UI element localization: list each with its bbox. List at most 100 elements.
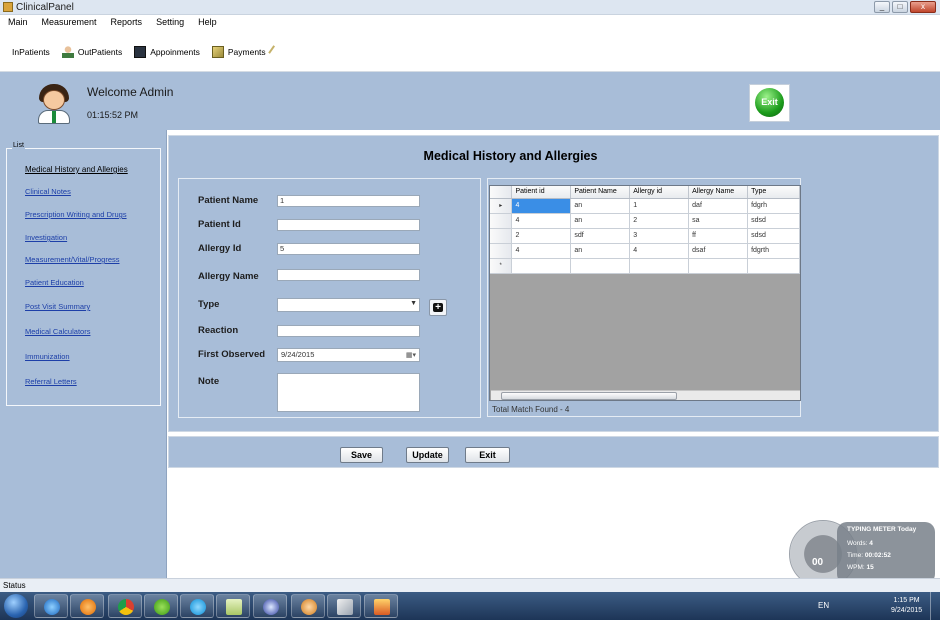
table-cell[interactable]: [629, 258, 690, 274]
note-textarea[interactable]: [277, 373, 420, 412]
folder-icon[interactable]: [364, 594, 398, 618]
pen-icon[interactable]: [327, 594, 361, 618]
show-desktop-button[interactable]: [930, 592, 940, 620]
add-type-button[interactable]: +: [429, 299, 447, 316]
menu-setting[interactable]: Setting: [148, 15, 190, 32]
table-cell[interactable]: dsaf: [688, 243, 749, 259]
first-observed-label: First Observed: [198, 349, 266, 360]
menu-measurement[interactable]: Measurement: [34, 15, 103, 32]
allergy-table: Patient id Patient Name Allergy id Aller…: [490, 186, 800, 274]
close-button[interactable]: x: [910, 1, 936, 13]
table-cell[interactable]: sdf: [570, 228, 631, 244]
table-cell[interactable]: fdgrh: [747, 198, 800, 214]
sidebar-item-patient-education[interactable]: Patient Education: [25, 278, 84, 287]
scrollbar-thumb[interactable]: [501, 392, 677, 400]
table-cell[interactable]: 2: [511, 228, 572, 244]
column-type[interactable]: Type: [747, 186, 800, 199]
patient-id-input[interactable]: [277, 219, 420, 231]
sidebar-item-medical-history[interactable]: Medical History and Allergies: [25, 165, 128, 174]
exit-button[interactable]: Exit: [465, 447, 510, 463]
column-patient-name[interactable]: Patient Name: [570, 186, 631, 199]
table-cell[interactable]: [747, 258, 800, 274]
save-button[interactable]: Save: [340, 447, 383, 463]
ie-icon[interactable]: [34, 594, 68, 618]
sidebar-item-calculators[interactable]: Medical Calculators: [25, 327, 90, 336]
skype-icon[interactable]: [180, 594, 214, 618]
sidebar-item-investigation[interactable]: Investigation: [25, 233, 67, 242]
chrome-icon[interactable]: [108, 594, 142, 618]
allergy-form: Patient Name 1 Patient Id Allergy Id 5 A…: [178, 178, 481, 418]
column-patient-id[interactable]: Patient id: [511, 186, 572, 199]
table-cell[interactable]: 4: [511, 213, 572, 229]
content-area: Medical History and Allergies Patient Na…: [167, 130, 940, 578]
menu-reports[interactable]: Reports: [103, 15, 149, 32]
maximize-button[interactable]: □: [892, 1, 908, 13]
calendar-icon[interactable]: ▦▾: [406, 350, 416, 362]
row-header: [490, 228, 513, 244]
first-observed-datepicker[interactable]: 9/24/2015 ▦▾: [277, 348, 420, 362]
row-header: [490, 243, 513, 259]
notepad-icon[interactable]: [216, 594, 250, 618]
table-cell[interactable]: [688, 258, 749, 274]
patient-name-input[interactable]: 1: [277, 195, 420, 207]
reaction-label: Reaction: [198, 325, 239, 336]
column-allergy-id[interactable]: Allergy id: [629, 186, 690, 199]
update-button[interactable]: Update: [406, 447, 449, 463]
typing-meter-title: TYPING METER Today: [847, 526, 917, 533]
toolbar-payments[interactable]: Payments: [211, 45, 281, 58]
table-cell[interactable]: an: [570, 243, 631, 259]
paint-icon[interactable]: [291, 594, 325, 618]
horizontal-scrollbar[interactable]: [491, 390, 800, 400]
action-bar: Save Update Exit: [168, 436, 939, 468]
sidebar-item-post-visit[interactable]: Post Visit Summary: [25, 302, 90, 311]
toolbar-outpatients-label: OutPatients: [77, 46, 123, 57]
menu-help[interactable]: Help: [190, 15, 223, 32]
sidebar-item-clinical-notes[interactable]: Clinical Notes: [25, 187, 71, 196]
table-row[interactable]: 4 an 2 sa sdsd: [490, 213, 800, 229]
sidebar-item-referral[interactable]: Referral Letters: [25, 377, 77, 386]
table-cell[interactable]: sdsd: [747, 228, 800, 244]
language-indicator[interactable]: EN: [818, 601, 829, 610]
table-cell[interactable]: an: [570, 198, 631, 214]
exit-icon-button[interactable]: Exit: [755, 88, 784, 117]
table-cell[interactable]: 4: [629, 243, 690, 259]
table-cell[interactable]: 2: [629, 213, 690, 229]
start-button[interactable]: [4, 594, 28, 618]
allergy-name-input[interactable]: [277, 269, 420, 281]
table-cell[interactable]: 1: [629, 198, 690, 214]
type-select[interactable]: ▼: [277, 298, 420, 312]
table-row[interactable]: 2 sdf 3 ff sdsd: [490, 228, 800, 244]
table-cell[interactable]: daf: [688, 198, 749, 214]
sidebar-item-prescription[interactable]: Prescription Writing and Drugs: [25, 210, 127, 219]
menu-main[interactable]: Main: [0, 15, 34, 32]
table-row[interactable]: 4 an 4 dsaf fdgrth: [490, 243, 800, 259]
table-cell[interactable]: 4: [511, 198, 572, 214]
table-cell[interactable]: [511, 258, 572, 274]
table-cell[interactable]: an: [570, 213, 631, 229]
toolbar-outpatients[interactable]: OutPatients: [61, 45, 123, 58]
allergy-id-input[interactable]: 5: [277, 243, 420, 255]
toolbar-appointments[interactable]: Appoinments: [134, 45, 200, 58]
sidebar-item-immunization[interactable]: Immunization: [25, 352, 70, 361]
media-player-icon[interactable]: [70, 594, 104, 618]
reaction-input[interactable]: [277, 325, 420, 337]
clock-text: 01:15:52 PM: [87, 110, 139, 120]
table-cell[interactable]: [570, 258, 631, 274]
table-cell[interactable]: fdgrth: [747, 243, 800, 259]
toolbar-inpatients[interactable]: InPatients: [12, 47, 50, 57]
allergy-grid[interactable]: Patient id Patient Name Allergy id Aller…: [489, 185, 801, 401]
utorrent-icon[interactable]: [144, 594, 178, 618]
table-cell[interactable]: 3: [629, 228, 690, 244]
new-row[interactable]: *: [490, 258, 800, 274]
app-icon-2[interactable]: [253, 594, 287, 618]
table-cell[interactable]: sa: [688, 213, 749, 229]
minimize-button[interactable]: _: [874, 1, 890, 13]
chevron-down-icon: ▼: [410, 300, 417, 307]
table-cell[interactable]: sdsd: [747, 213, 800, 229]
table-cell[interactable]: ff: [688, 228, 749, 244]
tray-clock[interactable]: 1:15 PM 9/24/2015: [891, 596, 922, 616]
table-cell[interactable]: 4: [511, 243, 572, 259]
table-row[interactable]: ▸ 4 an 1 daf fdgrh: [490, 198, 800, 214]
column-allergy-name[interactable]: Allergy Name: [688, 186, 749, 199]
sidebar-item-measurement[interactable]: Measurement/Vital/Progress: [25, 255, 120, 264]
